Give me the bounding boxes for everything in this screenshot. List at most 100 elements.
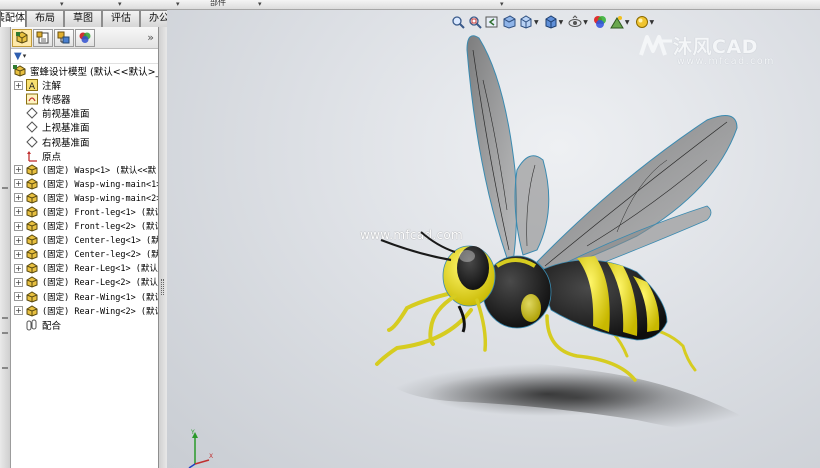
property-manager-icon <box>36 31 49 44</box>
expand-toggle[interactable]: + <box>14 292 23 302</box>
x-axis-label: X <box>209 453 213 460</box>
tree-item-right-plane[interactable]: 右视基准面 <box>11 134 158 149</box>
display-manager-tab[interactable] <box>75 28 95 47</box>
more-tabs-button[interactable]: » <box>147 31 154 44</box>
plane-icon <box>25 121 39 134</box>
tree-item-component[interactable]: + (固定) Wasp<1> (默认<<默 <box>11 163 158 177</box>
strip-mark <box>2 187 8 189</box>
display-manager-icon <box>79 32 91 43</box>
part-icon <box>25 178 39 190</box>
part-icon <box>25 220 39 232</box>
chevron-down-icon[interactable]: ▾ <box>176 0 180 8</box>
tree-item-component[interactable]: + (固定) Rear-Wing<2> (默认 <box>11 304 158 318</box>
tree-item-label: 注解 <box>42 81 62 93</box>
feature-manager-tab[interactable] <box>12 28 32 47</box>
tree-filter[interactable]: ▼ ▾ <box>11 49 158 64</box>
tree-item-label: 传感器 <box>42 95 71 107</box>
tab-assembly[interactable]: 装配体 <box>0 10 26 27</box>
expand-toggle[interactable]: + <box>14 263 23 273</box>
tree-root-label: 蜜蜂设计模型 (默认<<默认>_显 <box>30 67 158 79</box>
tree-item-top-plane[interactable]: 上视基准面 <box>11 120 158 134</box>
expand-toggle[interactable]: + <box>14 249 23 259</box>
tree-item-component[interactable]: + (固定) Center-leg<1> (默 <box>11 233 158 247</box>
panel-toolbar: » <box>11 27 158 49</box>
strip-mark <box>2 367 8 369</box>
chevron-down-icon[interactable]: ▾ <box>258 0 262 8</box>
tree-item-origin[interactable]: 原点 <box>11 149 158 163</box>
expand-toggle[interactable]: + <box>14 306 23 316</box>
command-category-label: 部件 <box>210 0 226 7</box>
sensors-icon <box>25 93 39 105</box>
feature-tree: 蜜蜂设计模型 (默认<<默认>_显 + A 注解 传感器 前视基准面 上视基准面… <box>11 64 158 332</box>
tree-item-front-plane[interactable]: 前视基准面 <box>11 106 158 120</box>
tree-item-sensors[interactable]: 传感器 <box>11 92 158 106</box>
z-axis-line <box>188 463 196 468</box>
tree-item-label: (固定) Wasp-wing-main<2> <box>42 193 158 204</box>
chevron-down-icon[interactable]: ▾ <box>118 0 122 8</box>
tree-item-component[interactable]: + (固定) Wasp-wing-main<2> <box>11 191 158 205</box>
plane-icon <box>25 107 39 120</box>
tree-item-label: 配合 <box>42 320 62 332</box>
part-icon <box>25 290 39 303</box>
origin-icon <box>25 150 39 162</box>
tree-item-label: 原点 <box>42 151 62 163</box>
panel-splitter[interactable] <box>159 27 167 468</box>
tree-item-component[interactable]: + (固定) Wasp-wing-main<1> <box>11 177 158 191</box>
filter-icon: ▼ <box>14 50 22 62</box>
expand-toggle[interactable]: + <box>14 207 23 217</box>
strip-mark <box>2 332 8 334</box>
chevron-down-icon[interactable]: ▾ <box>500 0 504 8</box>
tree-item-label: (固定) Center-leg<2> (默 <box>42 250 158 261</box>
tab-layout[interactable]: 布局 <box>26 10 64 27</box>
tree-item-component[interactable]: + (固定) Center-leg<2> (默 <box>11 247 158 261</box>
part-icon <box>25 164 39 176</box>
tree-item-label: 前视基准面 <box>42 109 90 121</box>
feature-manager-icon <box>16 31 28 44</box>
tree-item-component[interactable]: + (固定) Front-leg<1> (默认 <box>11 205 158 219</box>
tree-item-component[interactable]: + (固定) Rear-Wing<1> (默认 <box>11 290 158 304</box>
tab-evaluate[interactable]: 评估 <box>102 10 140 27</box>
tree-item-component[interactable]: + (固定) Rear-Leg<1> (默认 <box>11 261 158 275</box>
expand-toggle[interactable]: + <box>14 80 23 90</box>
wasp-3d-model[interactable] <box>167 10 820 468</box>
expand-toggle[interactable]: + <box>14 179 23 189</box>
expand-toggle[interactable]: + <box>14 221 23 231</box>
task-pane-strip <box>0 27 11 468</box>
assembly-icon <box>13 65 27 77</box>
configuration-manager-tab[interactable] <box>54 28 74 47</box>
part-icon <box>25 276 39 288</box>
tree-item-label: (固定) Rear-Wing<1> (默认 <box>42 292 158 303</box>
graphics-viewport[interactable]: ▼ ▼ ▼ ▼ ▼ 沐风CAD www.mfcad.com www.mfcad.… <box>167 10 820 468</box>
plane-icon <box>25 135 39 148</box>
tree-item-component[interactable]: + (固定) Rear-Leg<2> (默认 <box>11 275 158 289</box>
tree-item-component[interactable]: + (固定) Front-leg<2> (默认 <box>11 219 158 233</box>
expand-toggle[interactable]: + <box>14 165 23 175</box>
part-icon <box>25 248 39 260</box>
tree-item-label: (固定) Rear-Leg<1> (默认 <box>42 264 158 275</box>
feature-manager-panel: » ▼ ▾ 蜜蜂设计模型 (默认<<默认>_显 + A 注解 传感器 前视基准面… <box>11 27 159 468</box>
expand-toggle[interactable]: + <box>14 193 23 203</box>
tree-item-label: (固定) Wasp<1> (默认<<默 <box>42 165 157 176</box>
expand-toggle[interactable]: + <box>14 277 23 287</box>
tree-item-annotations[interactable]: + A 注解 <box>11 78 158 92</box>
part-icon <box>25 234 39 246</box>
property-manager-tab[interactable] <box>33 28 53 47</box>
tree-root-assembly[interactable]: 蜜蜂设计模型 (默认<<默认>_显 <box>11 64 158 78</box>
part-icon <box>25 206 39 218</box>
part-icon <box>25 262 39 274</box>
tree-item-label: (固定) Rear-Leg<2> (默认 <box>42 278 158 289</box>
expand-toggle[interactable]: + <box>14 235 23 245</box>
part-icon <box>25 192 39 204</box>
tree-item-label: 上视基准面 <box>42 123 90 135</box>
chevron-down-icon[interactable]: ▾ <box>60 0 64 8</box>
command-manager-strip: ▾ ▾ ▾ 部件 ▾ ▾ <box>0 0 820 10</box>
tab-sketch[interactable]: 草图 <box>64 10 102 27</box>
tree-item-label: (固定) Center-leg<1> (默 <box>42 236 158 247</box>
tree-item-label: (固定) Wasp-wing-main<1> <box>42 179 158 190</box>
tree-item-mates[interactable]: 配合 <box>11 318 158 332</box>
y-axis-label: Y <box>190 429 195 436</box>
x-axis-line <box>194 459 210 465</box>
splitter-grip[interactable] <box>161 279 164 295</box>
coordinate-triad: Y X <box>188 429 213 468</box>
annotations-icon: A <box>25 79 39 92</box>
